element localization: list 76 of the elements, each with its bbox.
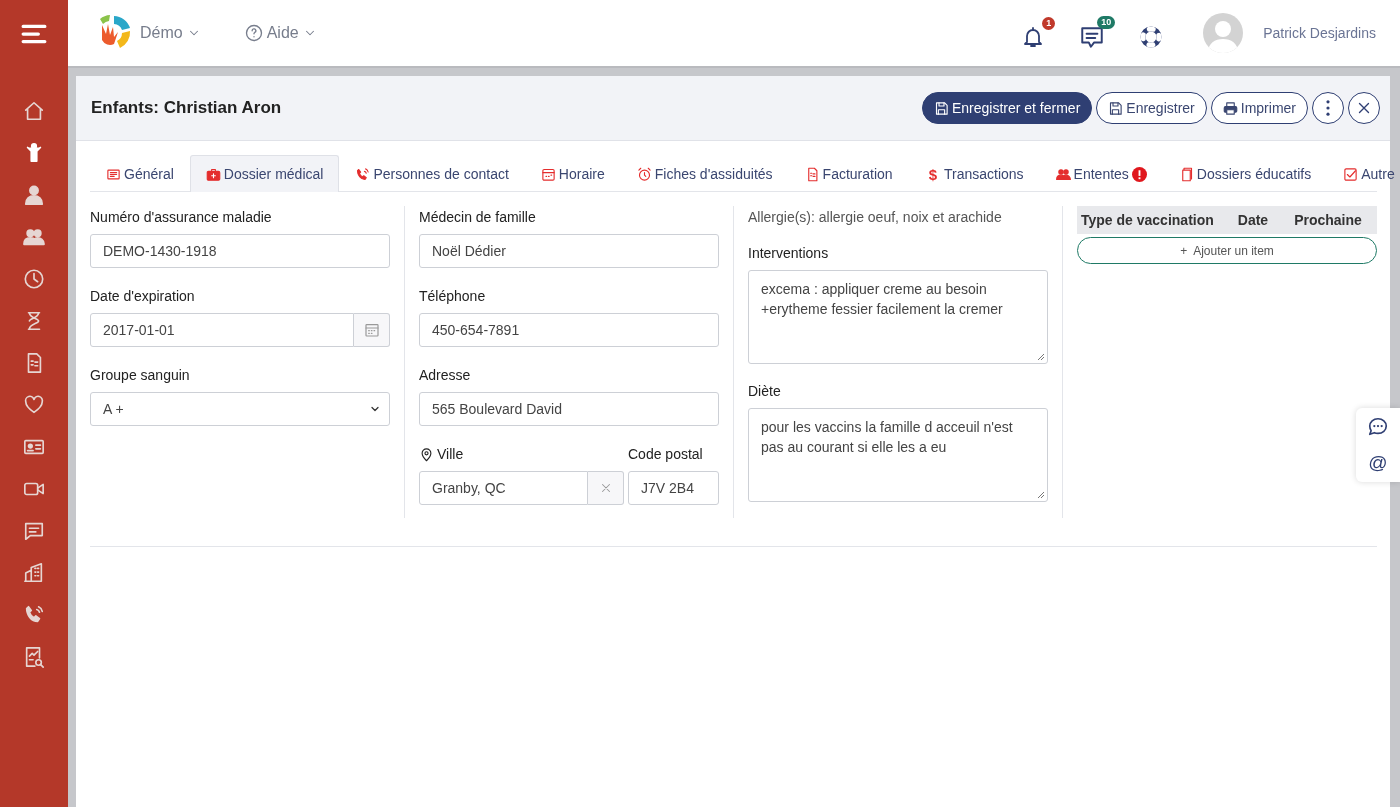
dollar-icon: $ (924, 165, 941, 183)
field-label: Code postal (628, 446, 703, 462)
add-item-button[interactable]: + Ajouter un item (1077, 237, 1377, 264)
user-name[interactable]: Patrick Desjardins (1257, 24, 1382, 42)
select-field[interactable]: A + (90, 392, 390, 426)
input-field[interactable]: 450-654-7891 (419, 313, 719, 347)
help-dropdown[interactable]: Aide (244, 24, 317, 42)
field-label: Adresse (419, 367, 471, 383)
mention-button[interactable]: @ (1368, 452, 1388, 474)
medical-kit-icon (205, 166, 221, 182)
calendar-icon (540, 166, 556, 182)
messages-button[interactable]: 10 (1079, 16, 1116, 50)
alarm-clock-icon (636, 166, 652, 182)
resize-grip-icon[interactable] (1037, 353, 1045, 361)
field-label: Groupe sanguin (90, 367, 190, 383)
help-icon (244, 24, 263, 42)
notifications-button[interactable]: 1 (1021, 17, 1056, 49)
people-icon (23, 226, 45, 248)
chat-icon (1367, 416, 1389, 438)
home-icon (23, 100, 45, 122)
tab[interactable]: Fiches d'assiduités (620, 155, 789, 192)
building-icon (23, 562, 45, 584)
tab[interactable]: Horaire (524, 155, 621, 192)
field-label: Numéro d'assurance maladie (90, 209, 272, 225)
resize-grip-icon[interactable] (1037, 491, 1045, 499)
tab[interactable]: Autre (1327, 155, 1400, 192)
tab[interactable]: Dossiers éducatifs (1162, 155, 1328, 192)
person-icon (23, 184, 45, 206)
column-header: Type de vaccination (1081, 212, 1215, 228)
phone-icon (355, 166, 371, 182)
input-field[interactable]: Noël Dédier (419, 234, 719, 268)
save-button[interactable]: Enregistrer (1096, 92, 1207, 124)
print-button[interactable]: Imprimer (1210, 92, 1308, 124)
input-field[interactable]: DEMO-1430-1918 (90, 234, 390, 268)
tab[interactable]: $ Transactions (908, 155, 1040, 192)
lifebuoy-icon (1139, 25, 1164, 49)
clock-icon (23, 268, 45, 290)
field-label: Ville (437, 446, 464, 462)
tab[interactable]: Facturation (788, 155, 909, 192)
text-area[interactable]: excema : appliquer creme au besoin +erytheme fessier facilement la cremer (748, 270, 1048, 364)
heart-icon (23, 394, 45, 416)
tab[interactable]: Dossier médical (189, 155, 340, 192)
organization-dropdown[interactable]: Démo (140, 24, 201, 42)
field-label: Médecin de famille (419, 209, 536, 225)
chat-icon (23, 520, 45, 542)
message-icon (1079, 24, 1106, 50)
text-area[interactable]: pour les vaccins la famille d acceuil n'est pas au courant si elle les a eu (748, 408, 1048, 502)
calendar-icon (363, 322, 380, 338)
list-icon (106, 166, 121, 182)
tab[interactable]: Personnes de contact (339, 155, 525, 192)
input-field[interactable]: 565 Boulevard David (419, 392, 719, 426)
input-field[interactable]: J7V 2B4 (628, 471, 719, 505)
allergy-text: Allergie(s): allergie oeuf, noix et arachide (748, 209, 1003, 225)
report-icon (23, 646, 45, 668)
more-vertical-icon (1326, 100, 1330, 116)
column-header: Prochaine (1293, 212, 1363, 228)
save-and-close-button[interactable]: Enregistrer et fermer (921, 92, 1093, 124)
tab[interactable]: Ententes (1039, 155, 1163, 192)
printer-icon (1222, 100, 1238, 116)
close-button[interactable] (1348, 92, 1380, 124)
location-pin-icon (419, 446, 434, 462)
notification-count: 1 (1042, 17, 1056, 30)
field-label: Téléphone (419, 288, 486, 304)
people-icon (1055, 166, 1071, 182)
column-header: Date (1236, 212, 1270, 228)
checkbox-icon (1343, 166, 1359, 182)
more-button[interactable] (1312, 92, 1344, 124)
chat-button[interactable] (1367, 416, 1389, 438)
field-label: Date d'expiration (90, 288, 195, 304)
tab[interactable]: Général (90, 155, 190, 192)
message-count: 10 (1097, 16, 1116, 29)
modal-title: Enfants: Christian Aron (91, 98, 283, 118)
input-field[interactable]: Granby, QC (419, 471, 588, 505)
field-label: Interventions (748, 245, 829, 261)
field-label: Diète (748, 383, 781, 399)
date-field[interactable]: 2017-01-01 (90, 313, 354, 347)
